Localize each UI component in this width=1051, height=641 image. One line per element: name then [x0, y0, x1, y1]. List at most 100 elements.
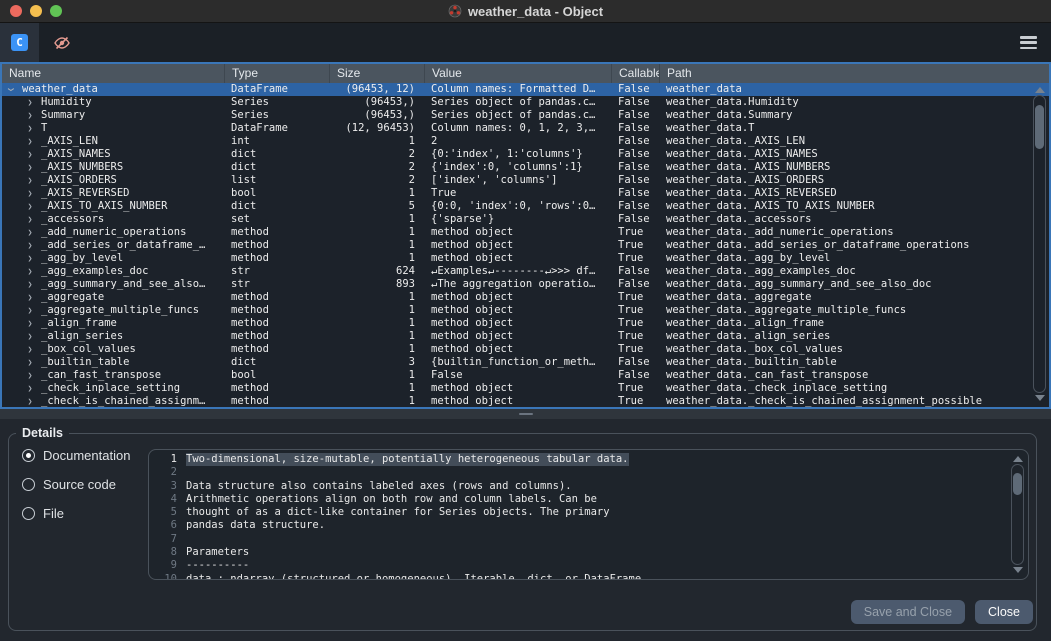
table-row[interactable]: ❯_AXIS_NAMESdict2{0:'index', 1:'columns'…: [2, 148, 1049, 161]
radio-file[interactable]: File: [22, 506, 130, 520]
table-row[interactable]: ❯_box_col_valuesmethod1method objectTrue…: [2, 343, 1049, 356]
documentation-editor[interactable]: 1Two-dimensional, size-mutable, potentia…: [148, 449, 1029, 580]
scroll-down-icon[interactable]: [1035, 395, 1045, 401]
table-vertical-scrollbar[interactable]: [1033, 85, 1046, 403]
chevron-right-icon[interactable]: ❯: [25, 278, 35, 291]
table-row[interactable]: ❯_check_is_chained_assignm…method1method…: [2, 395, 1049, 407]
radio-icon[interactable]: [22, 507, 35, 520]
column-header-size[interactable]: Size: [329, 64, 424, 83]
chevron-right-icon[interactable]: ❯: [25, 135, 35, 148]
table-row[interactable]: ❯_agg_summary_and_see_also…str893↵The ag…: [2, 278, 1049, 291]
table-row[interactable]: ❯_check_inplace_settingmethod1method obj…: [2, 382, 1049, 395]
table-row[interactable]: ❯_builtin_tabledict3{builtin_function_or…: [2, 356, 1049, 369]
table-row[interactable]: ❯_aggregatemethod1method objectTrueweath…: [2, 291, 1049, 304]
chevron-right-icon[interactable]: ❯: [25, 395, 35, 407]
table-row[interactable]: ❯_agg_examples_docstr624↵Examples↵------…: [2, 265, 1049, 278]
menu-icon[interactable]: [1020, 36, 1037, 49]
scroll-down-icon[interactable]: [1013, 567, 1023, 573]
radio-label: Documentation: [43, 448, 130, 463]
chevron-right-icon[interactable]: ❯: [25, 239, 35, 252]
column-header-callable[interactable]: Callable: [611, 64, 659, 83]
close-window-button[interactable]: [10, 5, 22, 17]
column-header-type[interactable]: Type: [224, 64, 329, 83]
chevron-right-icon[interactable]: ❯: [25, 200, 35, 213]
attribute-callable: False: [611, 135, 659, 148]
attribute-callable: True: [611, 343, 659, 356]
name-cell: ❯_AXIS_REVERSED: [2, 187, 224, 200]
chevron-right-icon[interactable]: ❯: [25, 96, 35, 109]
attribute-type: DataFrame: [224, 83, 329, 96]
chevron-right-icon[interactable]: ❯: [25, 304, 35, 317]
minimize-window-button[interactable]: [30, 5, 42, 17]
attribute-path: weather_data._AXIS_NUMBERS: [659, 161, 1049, 174]
table-row[interactable]: ❯_add_series_or_dataframe_…method1method…: [2, 239, 1049, 252]
table-row[interactable]: ❯_agg_by_levelmethod1method objectTruewe…: [2, 252, 1049, 265]
chevron-down-icon[interactable]: ❯: [5, 85, 18, 95]
table-row[interactable]: ❯_AXIS_NUMBERSdict2{'index':0, 'columns'…: [2, 161, 1049, 174]
scrollbar-thumb[interactable]: [1035, 105, 1044, 149]
chevron-right-icon[interactable]: ❯: [25, 122, 35, 135]
table-row[interactable]: ❯_AXIS_LENint12Falseweather_data._AXIS_L…: [2, 135, 1049, 148]
chevron-right-icon[interactable]: ❯: [25, 187, 35, 200]
chevron-right-icon[interactable]: ❯: [25, 252, 35, 265]
table-row[interactable]: ❯HumiditySeries(96453,)Series object of …: [2, 96, 1049, 109]
eye-off-icon[interactable]: [53, 34, 71, 52]
attribute-name: _align_frame: [41, 317, 117, 330]
attribute-name: _builtin_table: [41, 356, 130, 369]
table-row[interactable]: ❯_add_numeric_operationsmethod1method ob…: [2, 226, 1049, 239]
chevron-right-icon[interactable]: ❯: [25, 174, 35, 187]
scrollbar-thumb[interactable]: [1013, 473, 1022, 495]
chevron-right-icon[interactable]: ❯: [25, 265, 35, 278]
line-number: 1: [149, 453, 186, 466]
table-row[interactable]: ❯_align_seriesmethod1method objectTruewe…: [2, 330, 1049, 343]
table-row[interactable]: ❯_can_fast_transposebool1FalseFalseweath…: [2, 369, 1049, 382]
scroll-up-icon[interactable]: [1035, 87, 1045, 93]
save-and-close-button[interactable]: Save and Close: [851, 600, 965, 624]
attribute-callable: True: [611, 317, 659, 330]
editor-vertical-scrollbar[interactable]: [1011, 454, 1024, 575]
attribute-value: {'sparse'}: [424, 213, 611, 226]
table-row[interactable]: ❯_align_framemethod1method objectTruewea…: [2, 317, 1049, 330]
attribute-path: weather_data._check_is_chained_assignmen…: [659, 395, 1049, 407]
scroll-up-icon[interactable]: [1013, 456, 1023, 462]
line-text: ----------: [186, 559, 249, 572]
column-header-value[interactable]: Value: [424, 64, 611, 83]
column-header-name[interactable]: Name: [2, 64, 224, 83]
chevron-right-icon[interactable]: ❯: [25, 369, 35, 382]
splitter[interactable]: [0, 409, 1051, 419]
table-row[interactable]: ❯_AXIS_ORDERSlist2['index', 'columns']Fa…: [2, 174, 1049, 187]
attribute-callable: True: [611, 291, 659, 304]
attribute-value: {0:'index', 1:'columns'}: [424, 148, 611, 161]
table-row[interactable]: ❯TDataFrame(12, 96453)Column names: 0, 1…: [2, 122, 1049, 135]
chevron-right-icon[interactable]: ❯: [25, 161, 35, 174]
radio-source-code[interactable]: Source code: [22, 477, 130, 491]
chevron-right-icon[interactable]: ❯: [25, 148, 35, 161]
chevron-right-icon[interactable]: ❯: [25, 213, 35, 226]
table-row[interactable]: ❯_accessorsset1{'sparse'}Falseweather_da…: [2, 213, 1049, 226]
zoom-window-button[interactable]: [50, 5, 62, 17]
attribute-type: str: [224, 278, 329, 291]
table-row[interactable]: ❯_AXIS_REVERSEDbool1TrueFalseweather_dat…: [2, 187, 1049, 200]
chevron-right-icon[interactable]: ❯: [25, 382, 35, 395]
attribute-type: method: [224, 252, 329, 265]
table-row[interactable]: ❯_aggregate_multiple_funcsmethod1method …: [2, 304, 1049, 317]
table-row[interactable]: ❯SummarySeries(96453,)Series object of p…: [2, 109, 1049, 122]
close-button[interactable]: Close: [975, 600, 1033, 624]
radio-documentation[interactable]: Documentation: [22, 448, 130, 462]
chevron-right-icon[interactable]: ❯: [25, 330, 35, 343]
table-row[interactable]: ❯_AXIS_TO_AXIS_NUMBERdict5{0:0, 'index':…: [2, 200, 1049, 213]
attribute-type: dict: [224, 161, 329, 174]
chevron-right-icon[interactable]: ❯: [25, 356, 35, 369]
chevron-right-icon[interactable]: ❯: [25, 317, 35, 330]
splitter-handle-icon[interactable]: [519, 413, 533, 415]
chevron-right-icon[interactable]: ❯: [25, 343, 35, 356]
chevron-right-icon[interactable]: ❯: [25, 109, 35, 122]
attribute-size: 1: [329, 369, 424, 382]
table-row[interactable]: ❯weather_dataDataFrame(96453, 12)Column …: [2, 83, 1049, 96]
column-header-path[interactable]: Path: [659, 64, 1049, 83]
chevron-right-icon[interactable]: ❯: [25, 226, 35, 239]
class-tab[interactable]: C: [0, 23, 39, 62]
radio-icon[interactable]: [22, 478, 35, 491]
radio-selected-icon[interactable]: [22, 449, 35, 462]
chevron-right-icon[interactable]: ❯: [25, 291, 35, 304]
